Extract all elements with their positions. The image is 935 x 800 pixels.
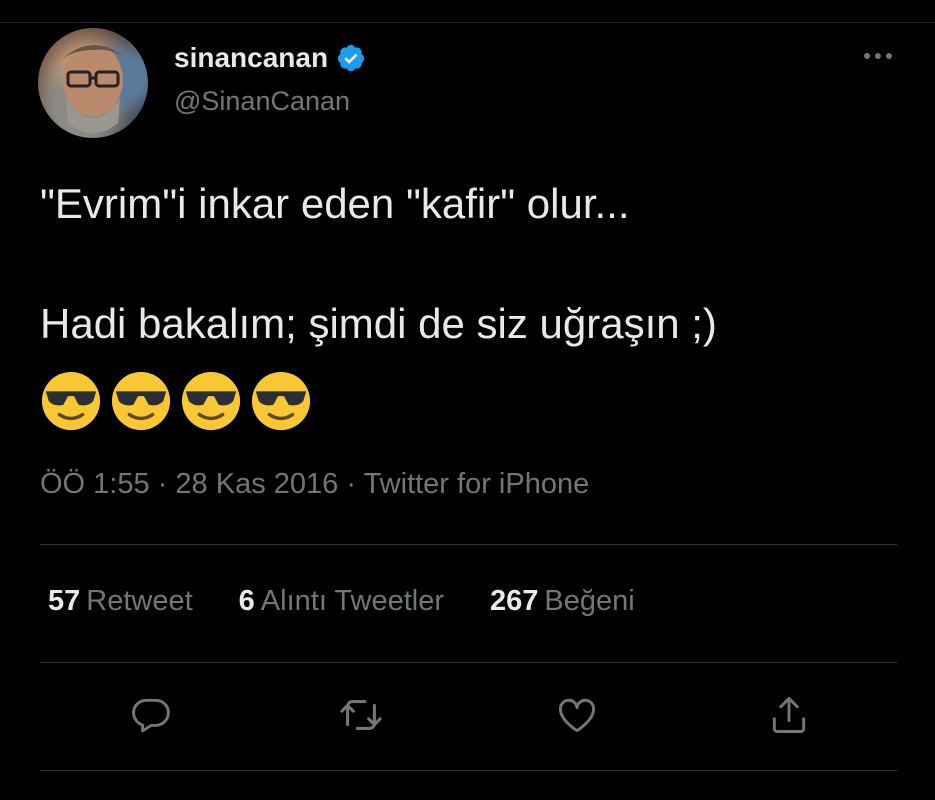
share-button[interactable] bbox=[764, 690, 814, 740]
like-button[interactable] bbox=[552, 690, 602, 740]
more-options-icon[interactable] bbox=[861, 44, 895, 68]
retweets-count: 57 bbox=[48, 585, 81, 617]
top-divider bbox=[0, 22, 935, 23]
tweet-emoji-row bbox=[40, 370, 312, 432]
author-display-name-row[interactable]: sinancanan bbox=[174, 42, 366, 74]
tweet-stats: 57 Retweet 6 Alıntı Tweetler 267 Beğeni bbox=[48, 585, 681, 618]
reply-icon bbox=[132, 698, 170, 733]
meta-separator: · bbox=[346, 468, 357, 500]
avatar[interactable] bbox=[38, 28, 148, 138]
quotes-stat[interactable]: 6 Alıntı Tweetler bbox=[239, 585, 444, 618]
tweet-actions bbox=[40, 690, 897, 750]
avatar-portrait bbox=[63, 44, 123, 133]
quotes-count: 6 bbox=[238, 585, 255, 617]
sunglasses-emoji-icon bbox=[41, 371, 101, 431]
retweet-icon bbox=[340, 700, 382, 730]
share-icon bbox=[772, 697, 806, 733]
likes-count: 267 bbox=[490, 585, 539, 617]
likes-label: Beğeni bbox=[544, 585, 635, 617]
tweet-time[interactable]: ÖÖ 1:55 bbox=[40, 468, 150, 500]
sunglasses-emoji-icon bbox=[111, 371, 171, 431]
tweet-text: "Evrim"i inkar eden "kafir" olur... Hadi… bbox=[40, 180, 717, 347]
divider bbox=[40, 770, 897, 771]
meta-separator: · bbox=[157, 468, 168, 500]
tweet-meta: ÖÖ 1:55 · 28 Kas 2016 · Twitter for iPho… bbox=[40, 468, 589, 501]
sunglasses-emoji-icon bbox=[181, 371, 241, 431]
author-display-name[interactable]: sinancanan bbox=[174, 42, 328, 74]
divider bbox=[40, 544, 897, 545]
tweet-date[interactable]: 28 Kas 2016 bbox=[175, 468, 338, 500]
tweet-source[interactable]: Twitter for iPhone bbox=[364, 468, 590, 500]
author-handle[interactable]: @SinanCanan bbox=[174, 86, 350, 117]
reply-button[interactable] bbox=[126, 690, 176, 740]
verified-badge-icon bbox=[337, 44, 365, 72]
retweets-label: Retweet bbox=[86, 585, 193, 617]
like-icon bbox=[559, 698, 595, 733]
sunglasses-emoji-icon bbox=[251, 371, 311, 431]
retweet-button[interactable] bbox=[336, 690, 386, 740]
likes-stat[interactable]: 267 Beğeni bbox=[490, 585, 635, 618]
divider bbox=[40, 662, 897, 663]
quotes-label: Alıntı Tweetler bbox=[260, 585, 445, 617]
retweets-stat[interactable]: 57 Retweet bbox=[48, 585, 193, 618]
